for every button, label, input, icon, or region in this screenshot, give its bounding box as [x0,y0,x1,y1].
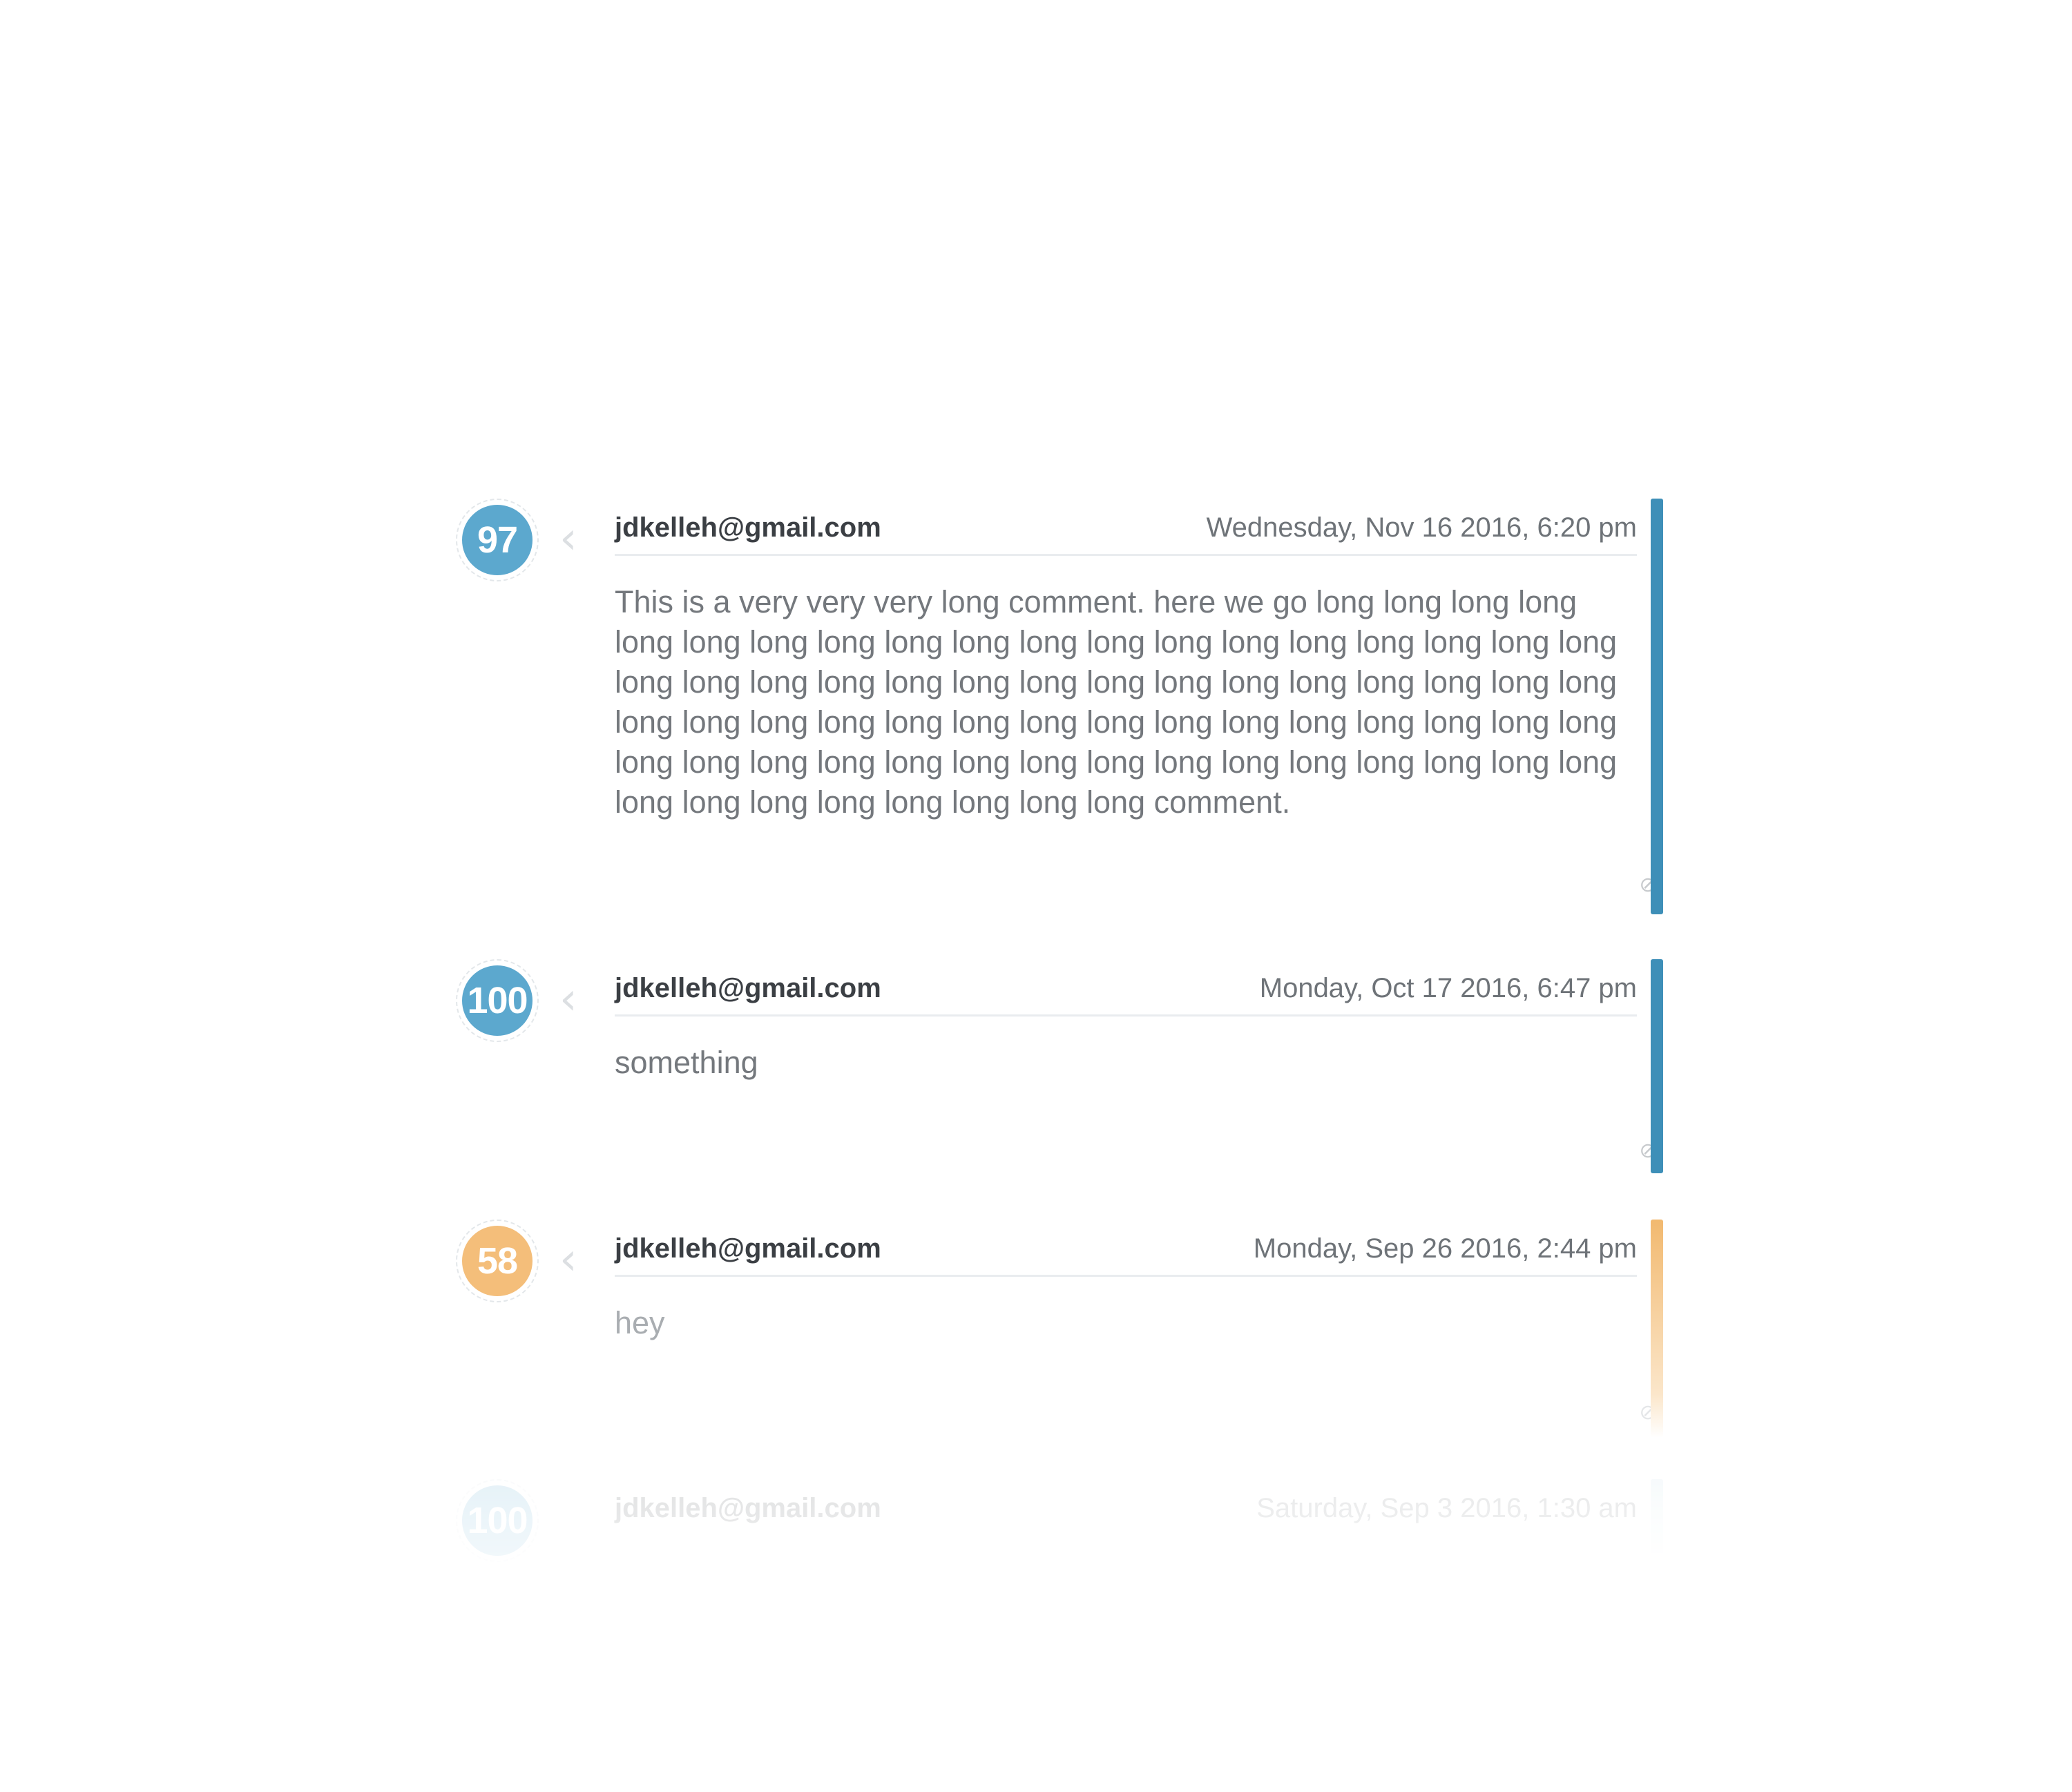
score-value: 97 [462,505,533,575]
chevron-left-icon: ‹ [559,513,577,564]
chevron-left-icon: ‹ [559,974,577,1025]
comment-body: jdkelleh@gmail.com Wednesday, Nov 16 201… [615,499,1637,822]
score-badge: 97 [456,499,541,584]
accent-bar [1651,1479,1663,1569]
comment-author[interactable]: jdkelleh@gmail.com [615,1493,881,1524]
score-badge: 100 [456,959,541,1045]
comment-header: jdkelleh@gmail.com Wednesday, Nov 16 201… [615,499,1637,556]
accent-bar [1651,1220,1663,1438]
accent-bar [1651,959,1663,1173]
score-value: 100 [462,1485,533,1556]
score-badge: 100 [456,1479,541,1565]
comment-date: Saturday, Sep 3 2016, 1:30 am [1256,1493,1637,1523]
comment-date: Monday, Sep 26 2016, 2:44 pm [1253,1233,1637,1264]
comment-header: jdkelleh@gmail.com Monday, Sep 26 2016, … [615,1220,1637,1277]
comment-date: Wednesday, Nov 16 2016, 6:20 pm [1206,512,1637,543]
comment-feed: 97 ‹ jdkelleh@gmail.com Wednesday, Nov 1… [0,0,2072,1792]
comment-author[interactable]: jdkelleh@gmail.com [615,512,881,543]
comment-body: jdkelleh@gmail.com Monday, Oct 17 2016, … [615,959,1637,1083]
score-value: 100 [462,965,533,1036]
comment-text: hey [615,1305,665,1340]
comment-date: Monday, Oct 17 2016, 6:47 pm [1259,973,1637,1003]
comment-author[interactable]: jdkelleh@gmail.com [615,1233,881,1264]
comment-body: jdkelleh@gmail.com Monday, Sep 26 2016, … [615,1220,1637,1343]
comment-author[interactable]: jdkelleh@gmail.com [615,973,881,1004]
comment-header: jdkelleh@gmail.com Monday, Oct 17 2016, … [615,959,1637,1017]
score-value: 58 [462,1226,533,1296]
score-badge: 58 [456,1220,541,1305]
comment-text: something [615,1045,758,1080]
comment-body: jdkelleh@gmail.com Saturday, Sep 3 2016,… [615,1479,1637,1536]
accent-bar [1651,499,1663,914]
chevron-left-icon: ‹ [559,1234,577,1285]
comment-text: This is a very very very long comment. h… [615,584,1618,820]
comment-header: jdkelleh@gmail.com Saturday, Sep 3 2016,… [615,1479,1637,1536]
